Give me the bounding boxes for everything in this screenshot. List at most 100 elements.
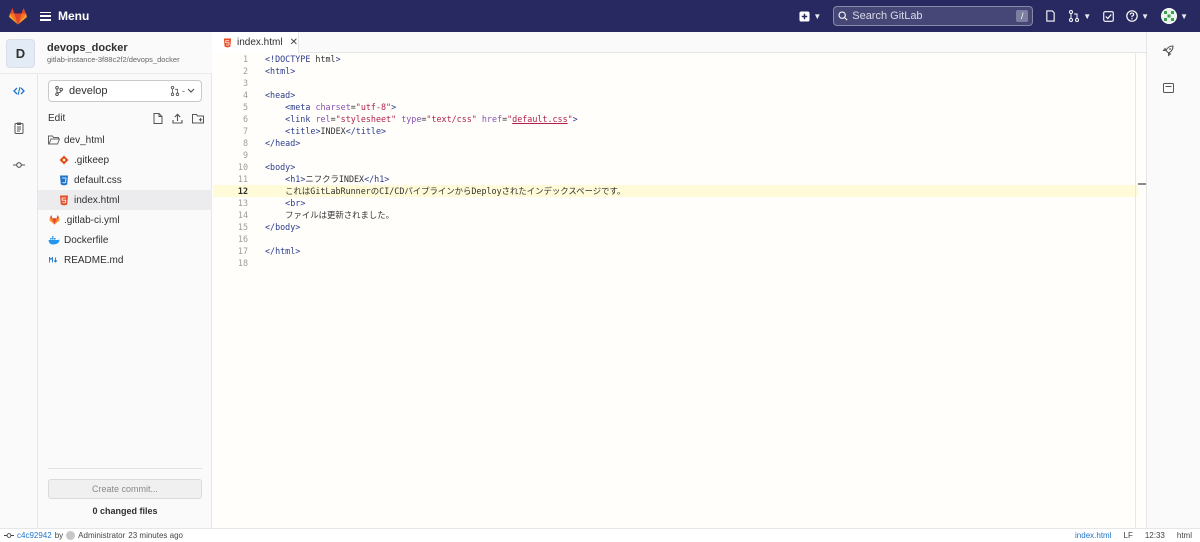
line-number: 13 <box>237 198 248 208</box>
pipelines-rocket-button[interactable] <box>1159 42 1177 60</box>
tree-file-readme[interactable]: README.md <box>38 250 212 270</box>
code-line[interactable]: 13 <br> <box>213 197 1138 209</box>
search-box[interactable]: / <box>833 6 1034 26</box>
code-text: <meta charset="utf-8"> <box>285 102 397 112</box>
menu-button[interactable]: Menu <box>40 9 89 23</box>
line-number: 15 <box>237 222 248 232</box>
code-text: <body> <box>265 162 296 172</box>
tree-item-label: dev_html <box>64 134 105 146</box>
edit-mode-button[interactable] <box>0 79 38 103</box>
line-number: 12 <box>237 186 248 196</box>
tab-index-html[interactable]: index.html ✕ <box>213 32 299 53</box>
commit-icon <box>13 162 25 168</box>
commit-mode-button[interactable] <box>0 153 38 177</box>
terminal-button[interactable] <box>1159 79 1177 97</box>
rocket-icon <box>1162 45 1174 57</box>
merge-request-dropdown[interactable]: - <box>170 86 195 96</box>
tree-file-gitkeep[interactable]: .gitkeep <box>38 150 212 170</box>
code-line[interactable]: 6 <link rel="stylesheet" type="text/css"… <box>213 113 1138 125</box>
code-line[interactable]: 7 <title>INDEX</title> <box>213 125 1138 137</box>
code-icon <box>13 86 25 96</box>
clipboard-icon <box>14 122 24 134</box>
tree-item-label: Dockerfile <box>64 234 109 246</box>
search-icon <box>838 11 848 21</box>
branch-selector[interactable]: develop - <box>48 80 202 102</box>
overview-ruler <box>1135 53 1136 528</box>
line-number: 6 <box>242 114 248 124</box>
search-input[interactable] <box>852 10 1003 22</box>
new-file-icon[interactable] <box>153 112 163 124</box>
code-line[interactable]: 11 <h1>ニフクラINDEX</h1> <box>213 173 1138 185</box>
issues-icon <box>1046 10 1055 22</box>
html-file-icon <box>58 194 70 206</box>
code-line[interactable]: 1 <!DOCTYPE html> <box>213 53 1138 65</box>
edit-label: Edit <box>48 112 66 124</box>
review-mode-button[interactable] <box>0 116 38 140</box>
code-editor[interactable]: 1 <!DOCTYPE html> 2 <html> 3 4 <head> 5 <meta c… <box>213 53 1146 528</box>
tree-file-dockerfile[interactable]: Dockerfile <box>38 230 212 250</box>
code-line[interactable]: 14 ファイルは更新されました。 <box>213 209 1138 221</box>
merge-request-icon <box>1069 10 1080 22</box>
line-number: 11 <box>237 174 248 184</box>
merge-requests-nav-button[interactable]: ▼ <box>1062 0 1097 32</box>
branch-icon <box>55 86 63 96</box>
commit-icon <box>4 533 14 538</box>
chevron-down-icon: ▼ <box>1180 11 1188 21</box>
code-line[interactable]: 12 これはGitLabRunnerのCI/CDパイプラインからDeployされ… <box>213 185 1138 197</box>
project-avatar: D <box>6 39 35 68</box>
line-number: 9 <box>242 150 248 160</box>
project-name[interactable]: devops_docker <box>47 42 128 54</box>
code-line[interactable]: 16 <box>213 233 1138 245</box>
line-number: 8 <box>242 138 248 148</box>
help-nav-button[interactable]: ▼ <box>1120 0 1155 32</box>
code-line[interactable]: 3 <box>213 77 1138 89</box>
tree-file-gitlab-ci[interactable]: .gitlab-ci.yml <box>38 210 212 230</box>
file-language-link[interactable]: index.html <box>1075 531 1111 540</box>
new-folder-icon[interactable] <box>192 113 204 124</box>
gitlab-ci-icon <box>48 214 60 226</box>
code-line[interactable]: 15 </body> <box>213 221 1138 233</box>
user-menu-button[interactable]: ▼ <box>1155 0 1194 32</box>
code-line[interactable]: 9 <box>213 149 1138 161</box>
tree-item-label: default.css <box>74 174 122 186</box>
code-line[interactable]: 10 <body> <box>213 161 1138 173</box>
line-number: 7 <box>242 126 248 136</box>
tree-folder-dev-html[interactable]: dev_html <box>38 130 212 150</box>
author-avatar <box>66 531 76 540</box>
create-commit-button[interactable]: Create commit... <box>48 479 202 499</box>
editor-tab-bar: index.html ✕ <box>213 32 1146 53</box>
code-text: ファイルは更新されました。 <box>265 210 395 220</box>
file-tree: dev_html .gitkeep default.css index.html <box>38 130 212 270</box>
tree-item-label: .gitlab-ci.yml <box>64 214 120 226</box>
line-number: 10 <box>237 162 248 172</box>
close-icon[interactable]: ✕ <box>290 37 298 48</box>
new-item-dropdown[interactable]: ▼ <box>793 0 827 32</box>
edit-toolbar: Edit <box>48 110 204 126</box>
branch-name: develop <box>69 85 108 97</box>
code-line[interactable]: 2 <html> <box>213 65 1138 77</box>
tab-label: index.html <box>237 37 283 48</box>
gitlab-logo-icon[interactable] <box>0 0 36 32</box>
issues-nav-button[interactable] <box>1039 0 1062 32</box>
code-line[interactable]: 18 <box>213 257 1138 269</box>
chevron-down-icon: ▼ <box>1083 11 1092 21</box>
tree-file-default-css[interactable]: default.css <box>38 170 212 190</box>
code-line[interactable]: 8 </head> <box>213 137 1138 149</box>
html-file-icon <box>223 38 232 47</box>
top-navbar: Menu ▼ / <box>0 0 1200 32</box>
code-line[interactable]: 4 <head> <box>213 89 1138 101</box>
tree-item-label: index.html <box>74 194 120 206</box>
tree-item-label: .gitkeep <box>74 154 110 166</box>
upload-icon[interactable] <box>172 113 183 124</box>
line-number: 16 <box>237 234 248 244</box>
code-line[interactable]: 5 <meta charset="utf-8"> <box>213 101 1138 113</box>
commit-sha-link[interactable]: c4c92942 <box>17 531 52 540</box>
chevron-down-icon: ▼ <box>1141 11 1150 21</box>
todos-nav-button[interactable] <box>1097 0 1120 32</box>
line-number: 5 <box>242 102 248 112</box>
code-line[interactable]: 17 </html> <box>213 245 1138 257</box>
project-header[interactable]: D devops_docker gitlab-instance-3f88c2f2… <box>0 32 212 74</box>
code-text: </head> <box>265 138 301 148</box>
tree-file-index-html[interactable]: index.html <box>38 190 212 210</box>
right-sidebar <box>1146 32 1200 528</box>
